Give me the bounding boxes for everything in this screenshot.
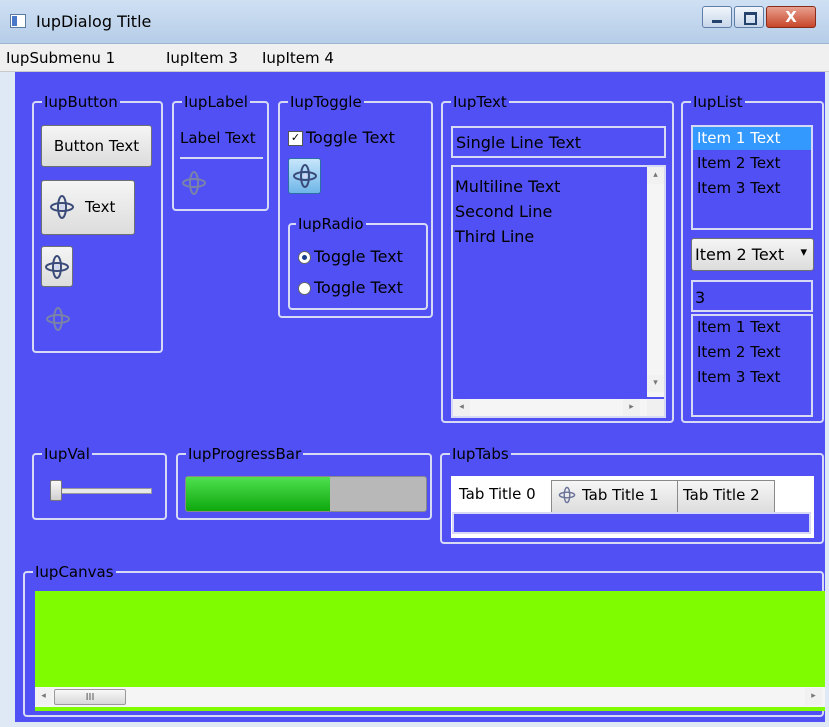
- multiline-line: Multiline Text: [455, 177, 561, 196]
- rotor-icon: [293, 164, 317, 188]
- edit-list-value: 3: [695, 288, 706, 307]
- list-item[interactable]: Item 3 Text: [697, 179, 781, 197]
- window-border: [0, 72, 15, 727]
- radio-label-2[interactable]: Toggle Text: [314, 278, 403, 297]
- multiline-line: Third Line: [455, 227, 535, 246]
- edit-list-input[interactable]: 3: [691, 280, 813, 312]
- multiline-vertical-scrollbar[interactable]: ▴ ▾: [647, 167, 664, 397]
- list-item[interactable]: Item 2 Text: [697, 343, 781, 361]
- menu-submenu-1[interactable]: IupSubmenu 1: [6, 49, 115, 67]
- tab-label: Tab Title 1: [582, 486, 659, 504]
- toggle-checkbox[interactable]: ✓: [288, 131, 303, 146]
- frame-title: IupText: [451, 92, 509, 112]
- scroll-up-icon[interactable]: ▴: [647, 167, 664, 184]
- menu-item-4[interactable]: IupItem 4: [262, 49, 334, 67]
- label-separator: [180, 157, 263, 159]
- progress-fill: [186, 477, 330, 511]
- canvas-horizontal-scrollbar[interactable]: ◂ III ▸: [35, 687, 825, 707]
- chevron-down-icon: ▾: [800, 245, 807, 260]
- single-select-list[interactable]: Item 1 Text Item 2 Text Item 3 Text: [691, 125, 813, 230]
- tab-label: Tab Title 2: [683, 486, 760, 504]
- frame-iupbutton: IupButton Button Text Text: [32, 92, 163, 353]
- progress-bar: [185, 476, 427, 512]
- tabs-container: Tab Title 0 Tab Title 1 Tab Title 2: [451, 476, 814, 538]
- scroll-right-icon[interactable]: ▸: [805, 688, 822, 705]
- scroll-left-icon[interactable]: ◂: [453, 399, 470, 416]
- tab-content-area: [452, 512, 811, 534]
- toggle-label[interactable]: Toggle Text: [306, 128, 395, 147]
- app-icon: [10, 14, 26, 28]
- dropdown-value: Item 2 Text: [695, 245, 785, 264]
- rotor-icon: [50, 195, 74, 219]
- label-text: Label Text: [180, 129, 256, 147]
- rotor-icon: [558, 486, 576, 504]
- maximize-button[interactable]: [734, 6, 764, 28]
- menu-item-3[interactable]: IupItem 3: [166, 49, 238, 67]
- frame-iupval: IupVal: [32, 444, 167, 520]
- multiline-text-input[interactable]: Multiline Text Second Line Third Line ▴ …: [451, 165, 666, 418]
- scroll-left-icon[interactable]: ◂: [35, 688, 52, 705]
- frame-title: IupList: [691, 92, 745, 112]
- frame-title: IupVal: [42, 444, 92, 464]
- tab-title-0[interactable]: Tab Title 0: [451, 476, 551, 512]
- scroll-right-icon[interactable]: ▸: [623, 399, 640, 416]
- canvas-scroll-thumb[interactable]: III: [54, 689, 126, 705]
- frame-iupradio: IupRadio Toggle Text Toggle Text: [288, 214, 428, 310]
- frame-iuptoggle: IupToggle ✓ Toggle Text IupRadio Toggle …: [278, 92, 433, 318]
- frame-title: IupRadio: [296, 214, 366, 234]
- tab-title-2[interactable]: Tab Title 2: [677, 480, 775, 514]
- window-title: IupDialog Title: [36, 12, 152, 31]
- radio-label-1[interactable]: Toggle Text: [314, 247, 403, 266]
- image-text-button[interactable]: Text: [41, 180, 135, 235]
- frame-title: IupToggle: [288, 92, 364, 112]
- edit-list-items[interactable]: Item 1 Text Item 2 Text Item 3 Text: [691, 314, 813, 417]
- multiline-horizontal-scrollbar[interactable]: ◂ ▸: [453, 399, 649, 416]
- flat-image-button-rotor-icon[interactable]: [45, 306, 71, 332]
- title-bar: IupDialog Title X: [0, 0, 829, 44]
- scroll-down-icon[interactable]: ▾: [647, 375, 664, 392]
- frame-title: IupButton: [42, 92, 120, 112]
- scrollbar-corner: [647, 399, 664, 416]
- radio-button-1[interactable]: [298, 251, 311, 264]
- frame-iuptext: IupText Single Line Text Multiline Text …: [441, 92, 674, 423]
- rotor-icon: [45, 255, 69, 279]
- minimize-button[interactable]: [702, 6, 732, 28]
- single-line-text-value: Single Line Text: [456, 133, 582, 152]
- val-track: [50, 488, 152, 494]
- list-item[interactable]: Item 3 Text: [697, 368, 781, 386]
- list-item[interactable]: Item 1 Text: [697, 129, 781, 147]
- list-item[interactable]: Item 1 Text: [697, 318, 781, 336]
- frame-iupcanvas: IupCanvas ◂ III ▸: [23, 562, 825, 717]
- multiline-line: Second Line: [455, 202, 553, 221]
- single-line-text-input[interactable]: Single Line Text: [451, 126, 666, 158]
- frame-iuptabs: IupTabs Tab Title 0 Tab Title 1 Tab Titl…: [440, 444, 824, 544]
- frame-title: IupTabs: [450, 444, 511, 464]
- text-button[interactable]: Button Text: [41, 125, 152, 167]
- frame-title: IupLabel: [182, 92, 250, 112]
- frame-iuplist: IupList Item 1 Text Item 2 Text Item 3 T…: [681, 92, 824, 423]
- frame-iuplabel: IupLabel Label Text: [172, 92, 269, 211]
- menu-bar: IupSubmenu 1 IupItem 3 IupItem 4: [0, 44, 829, 72]
- image-toggle[interactable]: [288, 158, 321, 194]
- close-button[interactable]: X: [766, 6, 816, 28]
- radio-button-2[interactable]: [298, 282, 311, 295]
- frame-title: IupCanvas: [33, 562, 116, 582]
- image-text-button-label: Text: [85, 198, 116, 216]
- rotor-icon: [182, 171, 206, 195]
- client-area: IupButton Button Text Text IupLabel Labe…: [15, 72, 825, 722]
- tab-label: Tab Title 0: [459, 485, 536, 503]
- image-button[interactable]: [41, 246, 73, 287]
- frame-title: IupProgressBar: [186, 444, 304, 464]
- frame-iupprogressbar: IupProgressBar: [176, 444, 432, 520]
- text-button-label: Button Text: [53, 137, 140, 155]
- tab-title-1[interactable]: Tab Title 1: [551, 480, 678, 514]
- list-item[interactable]: Item 2 Text: [697, 154, 781, 172]
- list-dropdown[interactable]: Item 2 Text ▾: [691, 238, 814, 271]
- val-slider-thumb[interactable]: [50, 480, 62, 501]
